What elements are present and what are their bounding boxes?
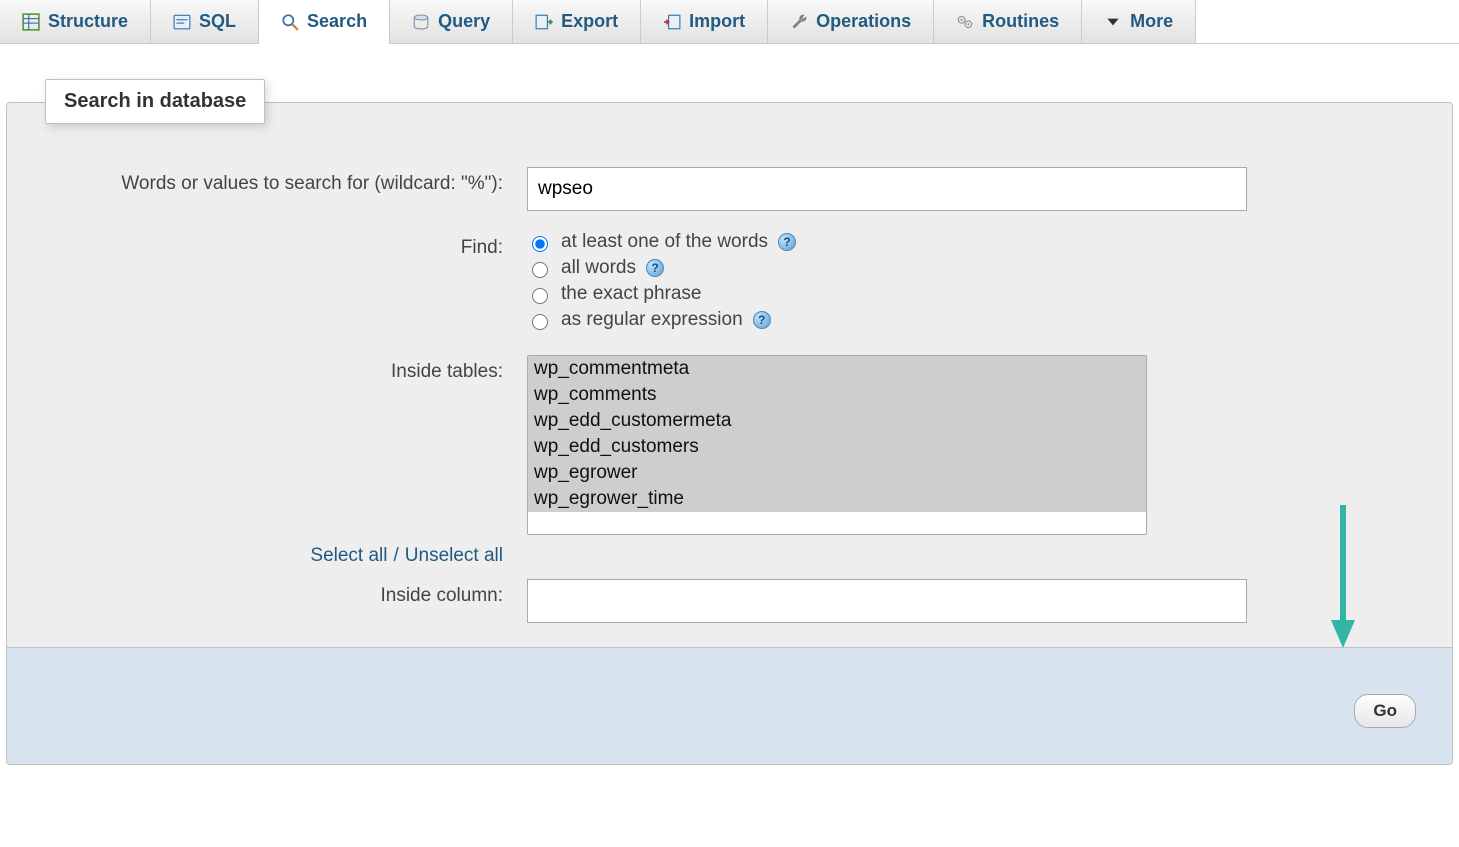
tab-more[interactable]: More [1082,0,1196,43]
tab-search[interactable]: Search [259,0,390,43]
search-icon [281,13,299,31]
separator: / [394,545,399,567]
query-icon [412,13,430,31]
find-option-regex[interactable]: as regular expression? [527,309,1412,331]
tab-import[interactable]: Import [641,0,768,43]
table-option[interactable]: wp_comments [528,382,1146,408]
find-option-label: as regular expression [561,309,743,331]
help-icon[interactable]: ? [753,311,771,329]
structure-icon [22,13,40,31]
tab-label: Query [438,11,490,32]
find-option-all[interactable]: all words? [527,257,1412,279]
tab-routines[interactable]: Routines [934,0,1082,43]
find-radio-one[interactable] [532,236,548,252]
wrench-icon [790,13,808,31]
find-option-label: at least one of the words [561,231,768,253]
tab-label: Import [689,11,745,32]
tab-sql[interactable]: SQL [151,0,259,43]
search-form: Search in database Words or values to se… [6,102,1453,765]
find-radio-regex[interactable] [532,314,548,330]
tab-label: Routines [982,11,1059,32]
find-radio-exact[interactable] [532,288,548,304]
help-icon[interactable]: ? [778,233,796,251]
tab-label: Export [561,11,618,32]
label-column: Inside column: [47,579,527,607]
tab-bar: Structure SQL Search Query Export Import… [0,0,1459,44]
panel-legend: Search in database [45,79,265,124]
tab-structure[interactable]: Structure [0,0,151,43]
tab-export[interactable]: Export [513,0,641,43]
find-option-label: the exact phrase [561,283,701,305]
tab-label: SQL [199,11,236,32]
import-icon [663,13,681,31]
select-all-link[interactable]: Select all [310,545,387,567]
column-input[interactable] [527,579,1247,623]
sql-icon [173,13,191,31]
table-option[interactable]: wp_egrower [528,460,1146,486]
help-icon[interactable]: ? [646,259,664,277]
label-tables: Inside tables: [47,355,527,383]
tab-label: Operations [816,11,911,32]
find-option-exact[interactable]: the exact phrase [527,283,1412,305]
find-option-label: all words [561,257,636,279]
tab-label: More [1130,11,1173,32]
label-find: Find: [47,231,527,259]
export-icon [535,13,553,31]
label-words: Words or values to search for (wildcard:… [47,167,527,195]
tab-query[interactable]: Query [390,0,513,43]
table-option[interactable]: wp_edd_customers [528,434,1146,460]
chevron-down-icon [1104,13,1122,31]
find-radio-all[interactable] [532,262,548,278]
search-input[interactable] [527,167,1247,211]
tab-operations[interactable]: Operations [768,0,934,43]
find-option-one[interactable]: at least one of the words? [527,231,1412,253]
tables-select[interactable]: wp_commentmetawp_commentswp_edd_customer… [527,355,1147,535]
unselect-all-link[interactable]: Unselect all [405,545,503,567]
tab-label: Structure [48,11,128,32]
gears-icon [956,13,974,31]
go-button[interactable]: Go [1354,694,1416,728]
tab-label: Search [307,11,367,32]
panel-footer: Go [7,647,1452,764]
table-option[interactable]: wp_egrower_time [528,486,1146,512]
table-option[interactable]: wp_edd_customermeta [528,408,1146,434]
table-option[interactable]: wp_commentmeta [528,356,1146,382]
